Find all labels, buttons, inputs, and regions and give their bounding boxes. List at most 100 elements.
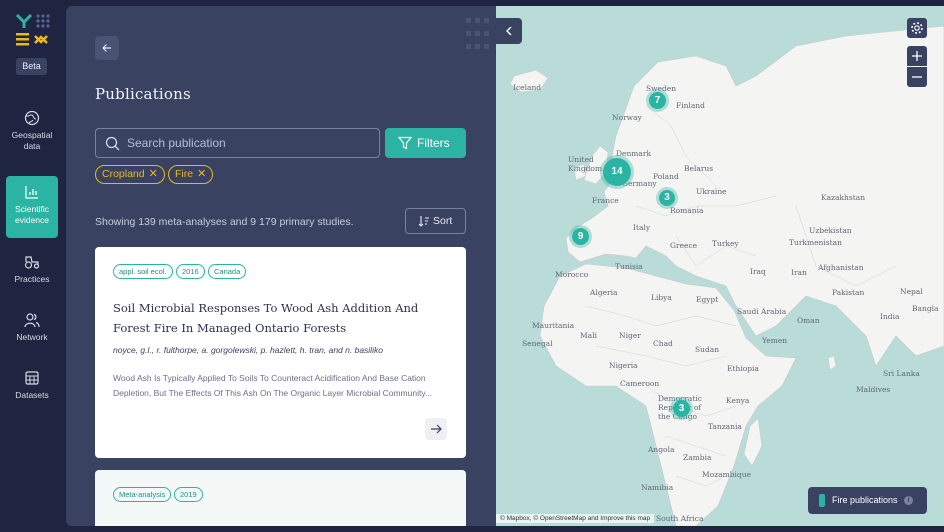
sidebar-item-scientific-evidence[interactable]: Scientific evidence xyxy=(6,176,58,238)
close-icon[interactable]: ✕ xyxy=(197,168,206,180)
sidebar-item-label: Datasets xyxy=(15,390,49,400)
map-label-uzbekistan: Uzbekistan xyxy=(809,226,852,235)
map-label-sweden: Sweden xyxy=(646,84,677,93)
back-button[interactable] xyxy=(95,36,119,60)
search-input[interactable]: Search publication xyxy=(95,128,380,158)
map-label-zambia: Zambia xyxy=(683,453,712,462)
chevron-left-icon xyxy=(506,26,512,36)
map-label-kenya: Kenya xyxy=(726,396,750,405)
map-attribution[interactable]: © Mapbox, © OpenStreetMap and Improve th… xyxy=(496,514,655,523)
minus-icon xyxy=(912,76,922,78)
search-placeholder: Search publication xyxy=(127,136,226,150)
publication-abstract: Wood Ash Is Typically Applied To Soils T… xyxy=(113,373,433,398)
map-land xyxy=(509,25,944,526)
map-label-maldives: Maldives xyxy=(856,385,891,394)
globe-icon xyxy=(24,110,40,126)
map-label-bangla: Bangla xyxy=(912,304,939,313)
map-label-egypt: Egypt xyxy=(696,295,719,304)
sort-button[interactable]: Sort xyxy=(405,208,466,234)
map-label-senegal: Senegal xyxy=(522,339,553,348)
tractor-icon xyxy=(24,256,40,269)
map-label-france: France xyxy=(592,196,619,205)
arrow-right-icon xyxy=(431,424,442,434)
page-title: Publications xyxy=(95,85,191,103)
publication-card[interactable]: appl. soil ecol. 2016 Canada Soil Microb… xyxy=(95,247,466,458)
journal-tag: appl. soil ecol. xyxy=(113,264,173,279)
publications-panel: Publications Search publication Filters … xyxy=(66,6,496,526)
sidebar-item-practices[interactable]: Practices xyxy=(6,254,58,294)
map-label-nigeria: Nigeria xyxy=(609,361,638,370)
filter-chip-fire[interactable]: Fire ✕ xyxy=(168,165,214,184)
sidebar: Beta Geospatial data Scientific evidence… xyxy=(0,0,64,532)
collapse-panel-button[interactable] xyxy=(496,18,522,44)
zoom-in-button[interactable] xyxy=(907,46,927,66)
legend-swatch xyxy=(819,494,825,507)
map-label-india: India xyxy=(880,312,900,321)
info-icon[interactable]: i xyxy=(904,496,913,505)
beta-badge: Beta xyxy=(16,58,47,75)
publication-authors: noyce, g.l., r. fulthorpe, a. gorgolewsk… xyxy=(113,345,383,355)
filter-icon xyxy=(398,136,412,150)
open-publication-button[interactable] xyxy=(425,418,447,440)
type-tag: Meta-analysis xyxy=(113,487,172,502)
map-label-italy: Italy xyxy=(633,223,651,232)
map-label-norway: Norway xyxy=(612,113,642,122)
users-icon xyxy=(24,313,40,328)
filter-chip-label: Cropland xyxy=(102,168,145,180)
map-label-chad: Chad xyxy=(653,339,673,348)
search-icon xyxy=(105,136,120,151)
map-label-mozambique: Mozambique xyxy=(702,470,751,479)
map-label-denmark: Denmark xyxy=(616,149,651,158)
map-label-sudan: Sudan xyxy=(695,345,720,354)
map-label-yemen: Yemen xyxy=(762,336,788,345)
map-label-mali: Mali xyxy=(580,331,597,340)
cluster-marker[interactable]: 7 xyxy=(649,92,666,109)
publication-title[interactable]: Soil Microbial Responses To Wood Ash Add… xyxy=(113,299,458,338)
map-label-turkey: Turkey xyxy=(712,239,739,248)
map-label-angola: Angola xyxy=(648,445,675,454)
map[interactable]: Iceland Sweden Finland Norway Denmark Un… xyxy=(496,6,944,526)
map-label-south-africa: South Africa xyxy=(656,514,704,523)
filter-chip-cropland[interactable]: Cropland ✕ xyxy=(95,165,165,184)
map-label-iran: Iran xyxy=(791,268,807,277)
map-legend[interactable]: Fire publications i xyxy=(808,487,927,514)
close-icon[interactable]: ✕ xyxy=(149,168,158,180)
map-label-libya: Libya xyxy=(651,293,672,302)
cluster-marker[interactable]: 3 xyxy=(659,190,675,206)
sidebar-item-network[interactable]: Network xyxy=(6,312,58,352)
cluster-marker[interactable]: 14 xyxy=(603,158,631,186)
map-label-tanzania: Tanzania xyxy=(708,422,742,431)
map-label-niger: Niger xyxy=(619,331,641,340)
map-label-romania: Romania xyxy=(670,206,704,215)
sidebar-item-label: Scientific evidence xyxy=(14,204,50,225)
results-count: Showing 139 meta-analyses and 9 179 prim… xyxy=(95,216,354,228)
sidebar-item-geospatial-data[interactable]: Geospatial data xyxy=(6,110,58,162)
sidebar-item-label: Practices xyxy=(14,274,50,284)
map-label-pakistan: Pakistan xyxy=(832,288,865,297)
map-settings-button[interactable] xyxy=(907,18,927,38)
sort-label: Sort xyxy=(433,215,453,227)
sidebar-item-label: Geospatial data xyxy=(11,130,53,151)
map-label-finland: Finland xyxy=(676,101,705,110)
map-label-tunisia: Tunisia xyxy=(615,262,643,271)
app-logo[interactable] xyxy=(14,12,50,50)
publication-card[interactable]: Meta-analysis 2019 xyxy=(95,470,466,526)
map-label-iceland: Iceland xyxy=(513,83,542,92)
arrow-left-icon xyxy=(102,44,111,52)
country-tag: Canada xyxy=(208,264,247,279)
table-icon xyxy=(25,371,39,385)
zoom-out-button[interactable] xyxy=(907,67,927,87)
filter-chip-label: Fire xyxy=(175,168,194,180)
map-label-cameroon: Cameroon xyxy=(620,379,660,388)
decorative-dots-icon xyxy=(466,18,489,49)
map-label-ukraine: Ukraine xyxy=(696,187,727,196)
map-label-namibia: Namibia xyxy=(641,483,674,492)
cluster-marker[interactable]: 9 xyxy=(572,228,589,245)
gear-icon xyxy=(911,22,923,34)
filters-button[interactable]: Filters xyxy=(385,128,466,158)
cluster-marker[interactable]: 3 xyxy=(673,400,690,417)
map-label-kazakhstan: Kazakhstan xyxy=(821,193,866,202)
map-label-nepal: Nepal xyxy=(900,287,923,296)
sidebar-item-datasets[interactable]: Datasets xyxy=(6,370,58,410)
map-label-oman: Oman xyxy=(797,316,820,325)
